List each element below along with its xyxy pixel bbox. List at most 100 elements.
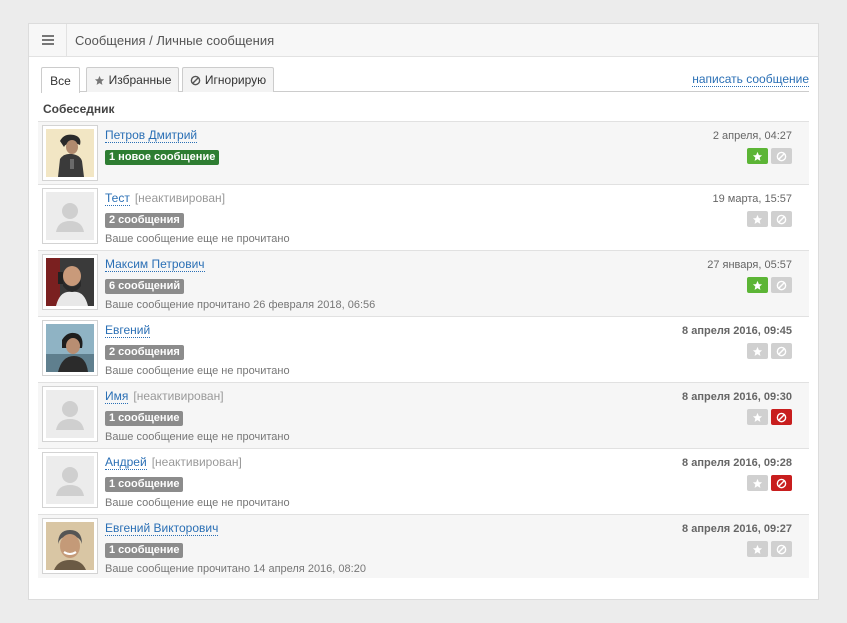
contact-name-link[interactable]: Имя xyxy=(105,389,129,404)
row-actions xyxy=(747,148,792,164)
star-icon xyxy=(752,151,763,161)
avatar[interactable] xyxy=(42,188,98,244)
ignore-button[interactable] xyxy=(771,343,792,359)
message-count-badge: 2 сообщения xyxy=(105,213,184,228)
conversation-row[interactable]: Евгений Викторович 1 сообщение Ваше сооб… xyxy=(38,514,809,578)
avatar[interactable] xyxy=(42,125,98,181)
user-placeholder-icon xyxy=(46,456,94,504)
conversation-date: 8 апреля 2016, 09:27 xyxy=(682,523,792,535)
ignore-button[interactable] xyxy=(771,475,792,491)
conversation-row[interactable]: Петров Дмитрий 1 новое сообщение 2 апрел… xyxy=(38,121,809,184)
list-icon xyxy=(41,35,54,45)
favorite-button[interactable] xyxy=(747,148,768,164)
avatar[interactable] xyxy=(42,518,98,574)
ban-icon xyxy=(776,151,787,161)
menu-button[interactable] xyxy=(29,23,67,57)
contact-name-link[interactable]: Евгений Викторович xyxy=(105,521,219,536)
star-icon xyxy=(752,478,763,488)
conversation-row[interactable]: Имя [неактивирован] 1 сообщение Ваше сооб… xyxy=(38,382,809,448)
inactive-label: [неактивирован] xyxy=(151,455,242,469)
star-icon xyxy=(752,544,763,554)
contact-name-link[interactable]: Максим Петрович xyxy=(105,257,205,272)
ban-icon xyxy=(776,478,787,488)
message-count-badge: 1 сообщение xyxy=(105,411,184,426)
avatar[interactable] xyxy=(42,320,98,376)
message-count-badge: 1 сообщение xyxy=(105,543,184,558)
ignore-button[interactable] xyxy=(771,148,792,164)
star-icon xyxy=(94,75,104,85)
row-actions xyxy=(747,475,792,491)
ban-icon xyxy=(776,280,787,290)
read-status: Ваше сообщение еще не прочитано xyxy=(105,497,290,509)
ignore-button[interactable] xyxy=(771,409,792,425)
avatar[interactable] xyxy=(42,386,98,442)
ban-icon xyxy=(776,346,787,356)
page-title: Сообщения / Личные сообщения xyxy=(75,32,275,48)
tab-favorites-label: Избранные xyxy=(108,73,172,87)
tab-all[interactable]: Все xyxy=(41,67,80,93)
ban-icon xyxy=(776,412,787,422)
conversation-info: Евгений 2 сообщения Ваше сообщение еще н… xyxy=(105,323,290,377)
tab-all-label: Все xyxy=(50,73,71,88)
inactive-label: [неактивирован] xyxy=(133,389,224,403)
tabs-bar: Все Избранные Игнорирую написать сообщен… xyxy=(41,67,809,93)
conversation-date: 2 апреля, 04:27 xyxy=(712,130,792,142)
row-actions xyxy=(747,409,792,425)
ban-icon xyxy=(776,214,787,224)
contact-name-link[interactable]: Тест xyxy=(105,191,130,206)
contact-name-link[interactable]: Андрей xyxy=(105,455,147,470)
favorite-button[interactable] xyxy=(747,475,768,491)
user-photo-icon xyxy=(46,324,94,372)
message-count-badge: 2 сообщения xyxy=(105,345,184,360)
contact-name-link[interactable]: Петров Дмитрий xyxy=(105,128,198,143)
conversation-info: Тест [неактивирован] 2 сообщения Ваше соо… xyxy=(105,191,290,245)
conversation-info: Петров Дмитрий 1 новое сообщение xyxy=(105,128,220,165)
ignore-button[interactable] xyxy=(771,277,792,293)
conversation-list: Петров Дмитрий 1 новое сообщение 2 апрел… xyxy=(38,121,809,578)
read-status: Ваше сообщение еще не прочитано xyxy=(105,233,290,245)
favorite-button[interactable] xyxy=(747,343,768,359)
read-status: Ваше сообщение прочитано 14 апреля 2016,… xyxy=(105,563,366,575)
panel-header: Сообщения / Личные сообщения xyxy=(29,23,818,57)
tab-ignored-label: Игнорирую xyxy=(204,73,267,87)
favorite-button[interactable] xyxy=(747,541,768,557)
favorite-button[interactable] xyxy=(747,211,768,227)
conversation-row[interactable]: Андрей [неактивирован] 1 сообщение Ваше с… xyxy=(38,448,809,514)
star-icon xyxy=(752,346,763,356)
read-status: Ваше сообщение прочитано 26 февраля 2018… xyxy=(105,299,376,311)
favorite-button[interactable] xyxy=(747,409,768,425)
conversation-row[interactable]: Максим Петрович 6 сообщений Ваше сообщен… xyxy=(38,250,809,316)
star-icon xyxy=(752,214,763,224)
conversation-info: Имя [неактивирован] 1 сообщение Ваше сооб… xyxy=(105,389,290,443)
conversation-info: Максим Петрович 6 сообщений Ваше сообщен… xyxy=(105,257,376,311)
user-placeholder-icon xyxy=(46,192,94,240)
contact-name-link[interactable]: Евгений xyxy=(105,323,151,338)
star-icon xyxy=(752,280,763,290)
user-photo-icon xyxy=(46,258,94,306)
column-header: Собеседник xyxy=(43,102,115,116)
conversation-date: 19 марта, 15:57 xyxy=(712,193,792,205)
avatar[interactable] xyxy=(42,254,98,310)
avatar[interactable] xyxy=(42,452,98,508)
ban-icon xyxy=(776,544,787,554)
tab-ignored[interactable]: Игнорирую xyxy=(182,67,274,92)
row-actions xyxy=(747,541,792,557)
ignore-button[interactable] xyxy=(771,211,792,227)
message-count-badge: 1 сообщение xyxy=(105,477,184,492)
row-actions xyxy=(747,343,792,359)
conversation-row[interactable]: Тест [неактивирован] 2 сообщения Ваше соо… xyxy=(38,184,809,250)
conversation-row[interactable]: Евгений 2 сообщения Ваше сообщение еще н… xyxy=(38,316,809,382)
favorite-button[interactable] xyxy=(747,277,768,293)
ignore-button[interactable] xyxy=(771,541,792,557)
conversation-info: Андрей [неактивирован] 1 сообщение Ваше с… xyxy=(105,455,290,509)
ban-icon xyxy=(190,75,201,85)
write-message-link[interactable]: написать сообщение xyxy=(692,73,809,87)
user-photo-icon xyxy=(46,522,94,570)
conversation-date: 8 апреля 2016, 09:28 xyxy=(682,457,792,469)
star-icon xyxy=(752,412,763,422)
conversation-date: 27 января, 05:57 xyxy=(707,259,792,271)
conversation-date: 8 апреля 2016, 09:30 xyxy=(682,391,792,403)
row-actions xyxy=(747,277,792,293)
messages-panel: Сообщения / Личные сообщения Все Избранн… xyxy=(28,23,819,600)
tab-favorites[interactable]: Избранные xyxy=(86,67,179,92)
